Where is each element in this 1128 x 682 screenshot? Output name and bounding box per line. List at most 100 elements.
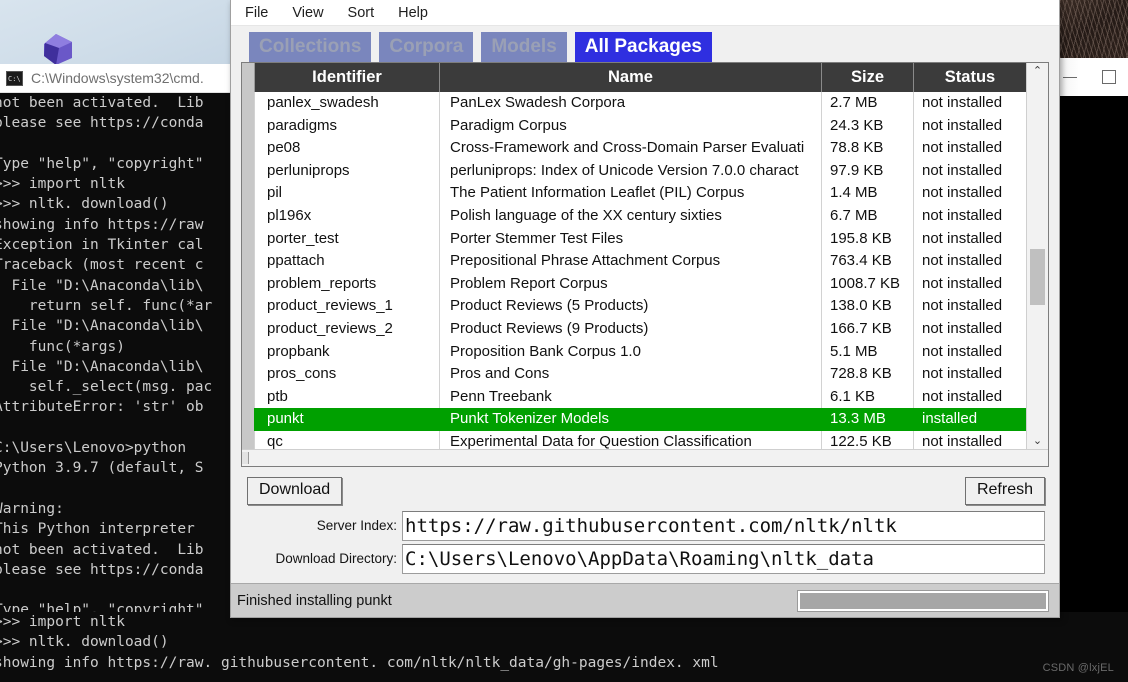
windows-hero-shape-icon (44, 34, 72, 64)
action-buttons-row: Download Refresh (231, 467, 1059, 511)
cell-name: Experimental Data for Question Classific… (440, 430, 822, 449)
cell-status: not installed (922, 139, 1003, 157)
cell-name: Proposition Bank Corpus 1.0 (440, 340, 822, 364)
column-header-status[interactable]: Status (914, 63, 1026, 92)
row-gutter (242, 385, 255, 409)
table-row[interactable]: product_reviews_2 Product Reviews (9 Prod… (242, 317, 1026, 341)
row-gutter (242, 408, 255, 431)
console-line: Type "help", "copyright" (0, 155, 204, 172)
menu-item-sort[interactable]: Sort (348, 5, 375, 21)
console-line: showing info https://raw (0, 216, 204, 233)
table-row[interactable]: ppattach Prepositional Phrase Attachment … (242, 250, 1026, 273)
table-row[interactable]: pil The Patient Information Leaflet (PIL)… (242, 182, 1026, 205)
cell-size: 5.1 MB (822, 340, 914, 364)
cell-identifier: pe08 (255, 137, 440, 160)
cmd-console-window: C:\ C:\Windows\system32\cmd. not been ac… (0, 64, 236, 682)
table-row[interactable]: pros_cons Pros and Cons 728.8 KB not instal… (242, 363, 1026, 386)
maximize-icon[interactable] (1101, 70, 1116, 84)
cell-identifier: qc (255, 430, 440, 449)
table-vertical-scrollbar[interactable]: ⌃ ⌄ (1026, 63, 1048, 449)
console-line: not been activated. Lib (0, 541, 204, 558)
table-row[interactable]: panlex_swadesh PanLex Swadesh Corpora 2.7 … (242, 92, 1026, 115)
cell-status: not installed (922, 184, 1003, 202)
screen: C:\ C:\Windows\system32\cmd. not been ac… (0, 0, 1128, 682)
download-button[interactable]: Download (247, 477, 343, 505)
table-row[interactable]: pl196x Polish language of the XX century … (242, 204, 1026, 228)
row-gutter (242, 204, 255, 228)
download-directory-input[interactable]: C:\Users\Lenovo\AppData\Roaming\nltk_dat… (402, 544, 1045, 574)
cell-size: 6.1 KB (822, 385, 914, 409)
minimize-icon[interactable] (1062, 76, 1077, 78)
vertical-scrollbar-thumb[interactable] (1030, 249, 1045, 305)
cell-identifier: panlex_swadesh (255, 92, 440, 115)
table-row[interactable]: propbank Proposition Bank Corpus 1.0 5.1 M… (242, 340, 1026, 364)
scroll-up-arrow-icon[interactable]: ⌃ (1033, 63, 1042, 79)
row-gutter (242, 363, 255, 386)
cell-name: perluniprops: Index of Unicode Version 7… (440, 159, 822, 183)
download-directory-label: Download Directory: (275, 551, 397, 566)
cell-identifier: problem_reports (255, 272, 440, 296)
console-line: self._select(msg. pac (0, 379, 213, 396)
column-header-size[interactable]: Size (822, 63, 914, 92)
cmd-titlebar[interactable]: C:\ C:\Windows\system32\cmd. (0, 64, 236, 93)
table-row[interactable]: porter_test Porter Stemmer Test Files 195.… (242, 227, 1026, 251)
console-line: Warning: (0, 500, 64, 517)
tab-models[interactable]: Models (481, 32, 567, 63)
scroll-down-arrow-icon[interactable]: ⌄ (1033, 433, 1042, 449)
cell-size: 13.3 MB (822, 408, 914, 431)
tab-all-packages[interactable]: All Packages (574, 32, 713, 63)
cell-size: 78.8 KB (822, 137, 914, 160)
console-line: AttributeError: 'str' ob (0, 399, 204, 416)
row-gutter (242, 159, 255, 183)
window-controls[interactable] (1049, 58, 1128, 96)
cell-name: Porter Stemmer Test Files (440, 227, 822, 251)
table-horizontal-scrollbar[interactable] (242, 449, 1048, 466)
server-index-input[interactable]: https://raw.githubusercontent.com/nltk/n… (402, 511, 1045, 541)
table-row[interactable]: qc Experimental Data for Question Classif… (242, 430, 1026, 449)
cell-status: not installed (922, 365, 1003, 383)
cell-status: not installed (922, 161, 1003, 179)
cell-identifier: ptb (255, 385, 440, 409)
cell-identifier: product_reviews_1 (255, 295, 440, 318)
menu-item-view[interactable]: View (292, 5, 323, 21)
column-header-name[interactable]: Name (440, 63, 822, 92)
table-row[interactable]: pe08 Cross-Framework and Cross-Domain Par… (242, 137, 1026, 160)
console-line: showing info https://raw. githubusercont… (0, 654, 719, 671)
cmd-title: C:\Windows\system32\cmd. (31, 70, 204, 86)
desktop-wallpaper (0, 0, 236, 64)
table-row[interactable]: paradigms Paradigm Corpus 24.3 KB not insta… (242, 114, 1026, 138)
refresh-button[interactable]: Refresh (964, 477, 1045, 505)
table-row[interactable]: punkt Punkt Tokenizer Models 13.3 MB instal… (242, 408, 1026, 431)
cell-identifier: ppattach (255, 250, 440, 273)
cell-size: 2.7 MB (822, 92, 914, 115)
cell-status: not installed (922, 94, 1003, 111)
cell-status: not installed (922, 229, 1003, 247)
tab-corpora[interactable]: Corpora (379, 32, 474, 63)
tab-bar: Collections Corpora Models All Packages (231, 26, 1059, 63)
table-header-row: Identifier Name Size Status (242, 63, 1026, 92)
cell-size: 1.4 MB (822, 182, 914, 205)
console-line: >>> import nltk (0, 176, 125, 193)
column-header-identifier[interactable]: Identifier (255, 63, 440, 92)
package-table: Identifier Name Size Status panlex_swade… (241, 62, 1049, 467)
status-message: Finished installing punkt (237, 592, 392, 609)
console-line: File "D:\Anaconda\lib\ (0, 277, 204, 294)
horizontal-scrollbar-thumb[interactable] (242, 452, 249, 464)
table-row[interactable]: perluniprops perluniprops: Index of Unico… (242, 159, 1026, 183)
cell-name: Penn Treebank (440, 385, 822, 409)
table-row[interactable]: product_reviews_1 Product Reviews (5 Prod… (242, 295, 1026, 318)
table-row[interactable]: problem_reports Problem Report Corpus 1008… (242, 272, 1026, 296)
cell-status: not installed (922, 116, 1003, 134)
menu-item-file[interactable]: File (245, 5, 268, 21)
cell-name: PanLex Swadesh Corpora (440, 92, 822, 115)
cell-name: Problem Report Corpus (440, 272, 822, 296)
cell-name: Pros and Cons (440, 363, 822, 386)
cell-size: 122.5 KB (822, 430, 914, 449)
table-row[interactable]: ptb Penn Treebank 6.1 KB not installed (242, 385, 1026, 409)
menu-item-help[interactable]: Help (398, 5, 428, 21)
tab-collections[interactable]: Collections (249, 32, 372, 63)
cell-identifier: product_reviews_2 (255, 317, 440, 341)
